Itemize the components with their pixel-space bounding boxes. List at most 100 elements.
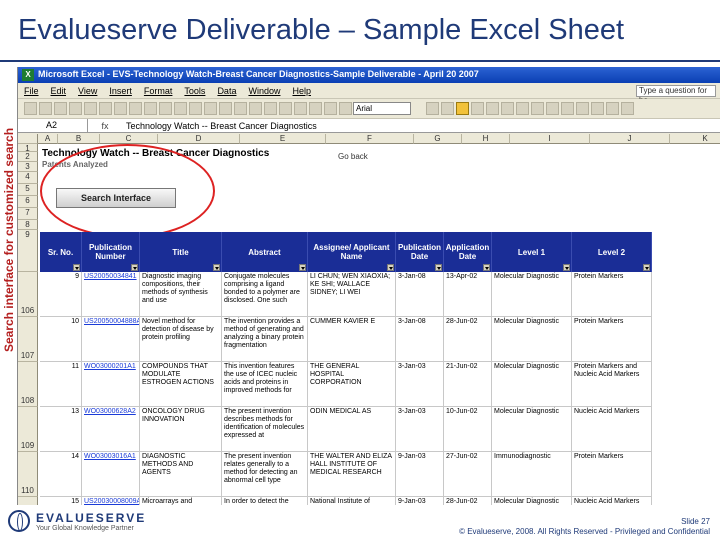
publication-number-link[interactable]: US20050034841 (82, 272, 140, 317)
formula-value[interactable]: Technology Watch -- Breast Cancer Diagno… (122, 121, 317, 131)
format-button-icon[interactable] (516, 102, 529, 115)
toolbar-button-icon[interactable] (309, 102, 322, 115)
abstract-cell[interactable]: The invention provides a method of gener… (222, 317, 308, 362)
publication-number-link[interactable]: US20030008009A1 (82, 497, 140, 505)
application-date-cell[interactable]: 10-Jun-02 (444, 407, 492, 452)
row-header[interactable]: 9 (18, 230, 38, 272)
filter-dropdown-icon[interactable] (435, 264, 442, 271)
menu-item-file[interactable]: File (24, 86, 39, 96)
publication-date-cell[interactable]: 3-Jan-08 (396, 317, 444, 362)
format-button-icon[interactable] (576, 102, 589, 115)
format-button-icon[interactable] (441, 102, 454, 115)
level2-cell[interactable]: Nucleic Acid Markers (572, 497, 652, 505)
application-date-cell[interactable]: 21-Jun-02 (444, 362, 492, 407)
toolbar-button-icon[interactable] (234, 102, 247, 115)
row-header[interactable]: 6 (18, 196, 38, 208)
application-date-cell[interactable]: 27-Jun-02 (444, 452, 492, 497)
sr-no-cell[interactable]: 9 (40, 272, 82, 317)
application-date-cell[interactable]: 28-Jun-02 (444, 497, 492, 505)
font-name-box[interactable]: Arial (353, 102, 411, 115)
filter-dropdown-icon[interactable] (483, 264, 490, 271)
go-back-link[interactable]: Go back (338, 152, 368, 161)
assignee-cell[interactable]: ODIN MEDICAL AS (308, 407, 396, 452)
filter-dropdown-icon[interactable] (73, 264, 80, 271)
title-cell[interactable]: Novel method for detection of disease by… (140, 317, 222, 362)
level1-cell[interactable]: Molecular Diagnostic (492, 317, 572, 362)
filter-dropdown-icon[interactable] (131, 264, 138, 271)
filter-dropdown-icon[interactable] (299, 264, 306, 271)
level1-cell[interactable]: Molecular Diagnostic (492, 497, 572, 505)
column-header-k[interactable]: K (670, 134, 720, 144)
filter-dropdown-icon[interactable] (643, 264, 650, 271)
toolbar-button-icon[interactable] (54, 102, 67, 115)
row-header[interactable]: 111 (18, 497, 38, 505)
column-header-d[interactable]: D (158, 134, 240, 144)
toolbar-button-icon[interactable] (84, 102, 97, 115)
level2-cell[interactable]: Protein Markers (572, 272, 652, 317)
row-header[interactable]: 4 (18, 172, 38, 184)
level1-cell[interactable]: Molecular Diagnostic (492, 272, 572, 317)
toolbar-button-icon[interactable] (99, 102, 112, 115)
level1-cell[interactable]: Molecular Diagnostic (492, 407, 572, 452)
column-header-i[interactable]: I (510, 134, 590, 144)
filter-dropdown-icon[interactable] (563, 264, 570, 271)
toolbar-button-icon[interactable] (114, 102, 127, 115)
level2-cell[interactable]: Protein Markers and Nucleic Acid Markers (572, 362, 652, 407)
sr-no-cell[interactable]: 13 (40, 407, 82, 452)
publication-date-cell[interactable]: 3-Jan-03 (396, 362, 444, 407)
filter-dropdown-icon[interactable] (387, 264, 394, 271)
toolbar-button-icon[interactable] (339, 102, 352, 115)
menu-item-edit[interactable]: Edit (51, 86, 67, 96)
publication-number-link[interactable]: WO03000628A2 (82, 407, 140, 452)
menu-item-insert[interactable]: Insert (109, 86, 132, 96)
column-header-c[interactable]: C (100, 134, 158, 144)
format-button-icon[interactable] (426, 102, 439, 115)
row-header[interactable]: 1 (18, 144, 38, 153)
toolbar-button-icon[interactable] (129, 102, 142, 115)
title-cell[interactable]: DIAGNOSTIC METHODS AND AGENTS (140, 452, 222, 497)
assignee-cell[interactable]: THE GENERAL HOSPITAL CORPORATION (308, 362, 396, 407)
toolbar-button-icon[interactable] (24, 102, 37, 115)
toolbar-button-icon[interactable] (264, 102, 277, 115)
toolbar-button-icon[interactable] (294, 102, 307, 115)
sr-no-cell[interactable]: 11 (40, 362, 82, 407)
toolbar-button-icon[interactable] (144, 102, 157, 115)
level2-cell[interactable]: Nucleic Acid Markers (572, 407, 652, 452)
publication-number-link[interactable]: US20050004888A1 (82, 317, 140, 362)
assignee-cell[interactable]: CUMMER KAVIER E (308, 317, 396, 362)
toolbar-button-icon[interactable] (204, 102, 217, 115)
column-header-h[interactable]: H (462, 134, 510, 144)
level2-cell[interactable]: Protein Markers (572, 317, 652, 362)
application-date-cell[interactable]: 13-Apr-02 (444, 272, 492, 317)
row-header[interactable]: 110 (18, 452, 38, 497)
format-button-icon[interactable] (531, 102, 544, 115)
level1-cell[interactable]: Immunodiagnostic (492, 452, 572, 497)
level1-cell[interactable]: Molecular Diagnostic (492, 362, 572, 407)
assignee-cell[interactable]: National Institute of Advanced Industria… (308, 497, 396, 505)
menu-item-tools[interactable]: Tools (184, 86, 205, 96)
title-cell[interactable]: Diagnostic imaging compositions, their m… (140, 272, 222, 317)
abstract-cell[interactable]: This invention features the use of ICEC … (222, 362, 308, 407)
menu-item-format[interactable]: Format (144, 86, 173, 96)
format-button-icon[interactable] (471, 102, 484, 115)
column-header-g[interactable]: G (414, 134, 462, 144)
abstract-cell[interactable]: The present invention relates generally … (222, 452, 308, 497)
publication-date-cell[interactable]: 9-Jan-03 (396, 452, 444, 497)
toolbar-button-icon[interactable] (39, 102, 52, 115)
row-header[interactable]: 8 (18, 220, 38, 230)
application-date-cell[interactable]: 28-Jun-02 (444, 317, 492, 362)
row-header[interactable]: 5 (18, 184, 38, 196)
assignee-cell[interactable]: THE WALTER AND ELIZA HALL INSTITUTE OF M… (308, 452, 396, 497)
menu-item-data[interactable]: Data (217, 86, 236, 96)
publication-date-cell[interactable]: 9-Jan-03 (396, 497, 444, 505)
row-header[interactable]: 106 (18, 272, 38, 317)
toolbar-button-icon[interactable] (174, 102, 187, 115)
publication-number-link[interactable]: WO03000201A1 (82, 362, 140, 407)
format-button-icon[interactable] (621, 102, 634, 115)
assignee-cell[interactable]: LI CHUN; WEN XIAOXIA; KE SHI; WALLACE SI… (308, 272, 396, 317)
toolbar-button-icon[interactable] (219, 102, 232, 115)
row-header[interactable]: 7 (18, 208, 38, 220)
title-cell[interactable]: COMPOUNDS THAT MODULATE ESTROGEN ACTIONS (140, 362, 222, 407)
abstract-cell[interactable]: In order to detect the effects of enviro… (222, 497, 308, 505)
row-header[interactable]: 2 (18, 152, 38, 162)
